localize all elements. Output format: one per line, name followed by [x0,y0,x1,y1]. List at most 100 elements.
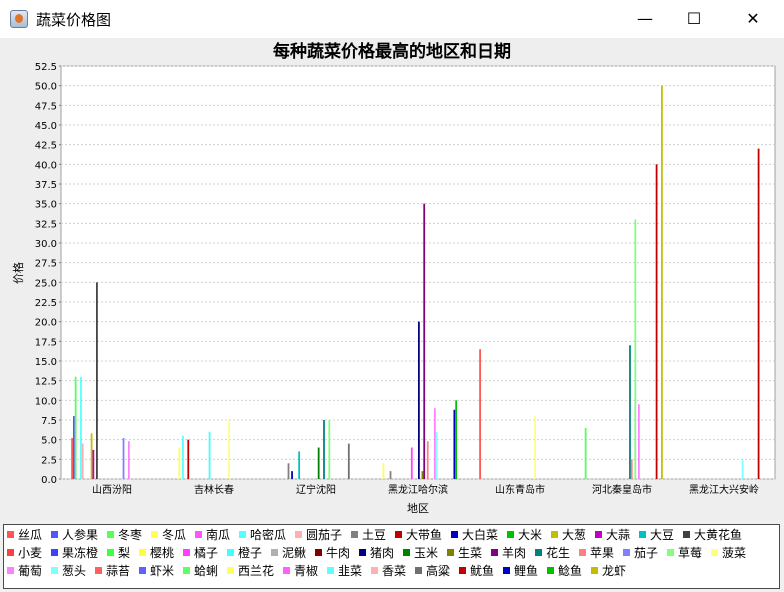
legend-label: 哈密瓜 [250,528,287,542]
legend-item: 生菜 [447,546,482,560]
legend-label: 韭菜 [338,564,363,578]
legend-swatch [51,549,58,556]
legend-label: 茄子 [634,546,659,560]
y-tick-label: 30.0 [35,239,57,250]
bar-羊肉-黑龙江哈尔滨 [423,203,426,479]
legend-label: 樱桃 [150,546,175,560]
legend-item: 大带鱼 [395,528,442,542]
bar-葡萄-黑龙江哈尔滨 [433,408,436,479]
legend-item: 龙虾 [591,564,626,578]
legend-item: 南瓜 [195,528,230,542]
bar-橘子-黑龙江哈尔滨 [410,447,413,479]
legend-item: 苹果 [579,546,614,560]
bar-人参果-山西汾阳 [72,416,75,479]
legend-swatch [451,531,458,538]
legend-swatch [283,567,290,574]
close-button[interactable]: ✕ [730,0,776,38]
bar-玉米-辽宁沈阳 [317,447,320,479]
y-tick-label: 10.0 [35,396,57,407]
legend-swatch [551,531,558,538]
legend-label: 大米 [518,528,543,542]
bar-鱿鱼-黑龙江大兴安岭 [757,148,760,479]
legend-label: 南瓜 [206,528,231,542]
legend-swatch [315,549,322,556]
x-tick-label: 河北秦皇岛市 [592,483,652,496]
legend-label: 橙子 [238,546,263,560]
legend-item: 冬瓜 [151,528,186,542]
legend-swatch [667,549,674,556]
legend-item: 蛤蜊 [183,564,218,578]
legend-label: 大黄花鱼 [694,528,743,542]
legend-label: 大蒜 [606,528,631,542]
legend-swatch [623,549,630,556]
legend-item: 猪肉 [359,546,394,560]
bar-葡萄-山西汾阳 [127,441,130,479]
legend-label: 大豆 [650,528,675,542]
legend-swatch [183,549,190,556]
bar-生菜-黑龙江哈尔滨 [421,471,424,479]
legend-swatch [683,531,690,538]
legend-swatch [535,549,542,556]
legend-swatch [491,549,498,556]
legend-swatch [371,567,378,574]
window-title: 蔬菜价格图 [36,11,112,29]
y-tick-label: 7.5 [41,416,57,427]
legend-swatch [507,531,514,538]
y-tick-label: 27.5 [35,259,57,270]
legend-swatch [403,549,410,556]
legend-item: 小麦 [7,546,42,560]
maximize-button[interactable]: ☐ [671,0,717,38]
legend-swatch [639,531,646,538]
legend-item: 高粱 [415,564,450,578]
legend-item: 土豆 [351,528,386,542]
legend-swatch [239,531,246,538]
bar-葡萄-河北秦皇岛市 [637,404,640,479]
bar-冬瓜-黑龙江哈尔滨 [382,463,385,479]
bar-鲤鱼-黑龙江哈尔滨 [453,409,456,479]
legend-swatch [503,567,510,574]
legend-label: 龙虾 [602,564,627,578]
y-tick-label: 22.5 [35,298,57,309]
minimize-button[interactable]: — [622,0,668,38]
bar-冬枣-河北秦皇岛市 [584,427,587,479]
legend-item: 大豆 [639,528,674,542]
legend-item: 西兰花 [227,564,274,578]
legend-label: 生菜 [458,546,483,560]
bar-圆茄子-山西汾阳 [81,443,84,479]
chart-panel: 每种蔬菜价格最高的地区和日期 0.0 2.5 5.0 7.5 10.0 12.5 15.0 1… [0,38,784,520]
legend-item: 橙子 [227,546,262,560]
legend-swatch [227,567,234,574]
legend-swatch [395,531,402,538]
y-tick-label: 5.0 [41,436,57,447]
legend-swatch [271,549,278,556]
x-axis-label: 地区 [407,502,429,515]
bar-哈密瓜-吉林长春 [182,435,184,479]
bar-土豆-辽宁沈阳 [287,463,290,479]
bar-大蒜-山西汾阳 [92,449,95,479]
legend-item: 大米 [507,528,542,542]
y-tick-label: 52.5 [35,62,57,73]
legend-item: 蒜苔 [95,564,130,578]
bar-菠菜-山东青岛市 [534,416,536,479]
y-tick-label: 17.5 [35,337,57,348]
bar-高粱-辽宁沈阳 [347,443,350,479]
bar-花生-辽宁沈阳 [323,420,325,479]
legend-label: 蛤蜊 [194,564,219,578]
legend-swatch [139,549,146,556]
legend-swatch [595,531,602,538]
x-tick-label: 黑龙江大兴安岭 [689,483,759,496]
y-tick-label: 0.0 [41,475,57,486]
legend-item: 哈密瓜 [239,528,286,542]
bar-大豆-辽宁沈阳 [298,451,301,479]
legend-item: 泥鳅 [271,546,306,560]
y-tick-label: 12.5 [35,377,57,388]
legend-item: 花生 [535,546,570,560]
x-axis-ticks: 山西汾阳 吉林长春 辽宁沈阳 黑龙江哈尔滨 山东青岛市 河北秦皇岛市 黑龙江大兴安岭 [92,483,759,496]
bar-丝瓜-山东青岛市 [479,349,481,479]
legend-item: 玉米 [403,546,438,560]
y-tick-label: 32.5 [35,219,57,230]
legend-label: 冬瓜 [162,528,187,542]
x-tick-label: 山东青岛市 [495,483,545,496]
y-tick-label: 15.0 [35,357,57,368]
legend-label: 鲤鱼 [514,564,539,578]
